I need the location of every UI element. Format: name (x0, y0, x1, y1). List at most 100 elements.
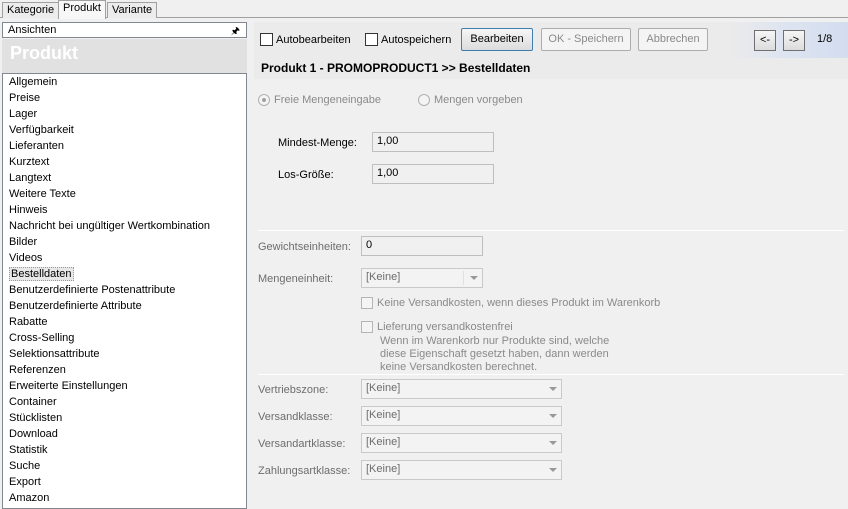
lieferung-versandkostenfrei-checkbox[interactable]: Lieferung versandkostenfrei (361, 321, 513, 333)
left-panel: Ansichten 🖈 Produkt Allgemein Preise Lager… (2, 22, 247, 509)
los-groesse-field[interactable]: 1,00 (372, 164, 494, 184)
ansichten-label: Ansichten (8, 24, 57, 36)
nav-item[interactable]: Lager (3, 106, 246, 122)
abbrechen-button[interactable]: Abbrechen (638, 28, 708, 51)
nav-item-label: Erweiterte Einstellungen (9, 380, 128, 392)
checkbox-box[interactable] (260, 33, 273, 46)
nav-item-label: Amazon (9, 492, 50, 504)
nav-item[interactable]: Rabatte (3, 314, 246, 330)
nav-item[interactable]: Container (3, 394, 246, 410)
nav-item[interactable]: Referenzen (3, 362, 246, 378)
nav-item[interactable]: Bestelldaten (3, 266, 246, 282)
nav-item-label: Container (9, 396, 57, 408)
checkbox-box[interactable] (361, 297, 373, 309)
nav-item[interactable]: Suche (3, 458, 246, 474)
versandartklasse-select[interactable]: [Keine] (361, 433, 562, 453)
nav-item[interactable]: Benutzerdefinierte Attribute (3, 298, 246, 314)
panel-header: Produkt (2, 39, 247, 73)
prev-button[interactable]: <- (754, 30, 776, 51)
nav-item-label: Verfügbarkeit (9, 124, 74, 136)
chevron-down-icon (549, 468, 557, 472)
checkbox-box[interactable] (361, 321, 373, 333)
nav-item[interactable]: Langtext (3, 170, 246, 186)
nav-item[interactable]: Lieferanten (3, 138, 246, 154)
mengeneinheit-label: Mengeneinheit: (258, 273, 334, 285)
nav-item-label: Download (9, 428, 58, 440)
bearbeiten-button[interactable]: Bearbeiten (461, 28, 533, 51)
page-counter: 1/8 (817, 33, 833, 45)
versandklasse-label: Versandklasse: (258, 411, 333, 423)
nav-item[interactable]: Weitere Texte (3, 186, 246, 202)
nav-item[interactable]: Export (3, 474, 246, 490)
chevron-down-icon (549, 414, 557, 418)
nav-item-label: Referenzen (9, 364, 66, 376)
main-panel: Autobearbeiten Autospeichern Bearbeiten … (254, 22, 848, 509)
autobearbeiten-checkbox[interactable]: Autobearbeiten (260, 33, 351, 46)
ansichten-bar: Ansichten 🖈 (2, 22, 247, 38)
chevron-down-icon (549, 387, 557, 391)
chevron-down-icon (549, 441, 557, 445)
radio-mengen-vorgeben[interactable]: Mengen vorgeben (418, 94, 523, 106)
top-tab-bar: Kategorie Produkt Variante (0, 0, 848, 19)
tab-produkt[interactable]: Produkt (58, 0, 106, 19)
nav-item[interactable]: Nachricht bei ungültiger Wertkombination (3, 218, 246, 234)
nav-item[interactable]: Cross-Selling (3, 330, 246, 346)
zahlungsartklasse-value: [Keine] (366, 463, 401, 475)
vertriebszone-select[interactable]: [Keine] (361, 379, 562, 399)
nav-item[interactable]: Stücklisten (3, 410, 246, 426)
autobearbeiten-label: Autobearbeiten (276, 33, 351, 46)
nav-item[interactable]: Bilder (3, 234, 246, 250)
nav-item[interactable]: Download (3, 426, 246, 442)
tab-kategorie[interactable]: Kategorie (2, 2, 60, 18)
nav-list: Allgemein Preise Lager Verfügbarkeit Liefera… (2, 73, 247, 509)
nav-item-label: Cross-Selling (9, 332, 75, 344)
nav-item[interactable]: Kurztext (3, 154, 246, 170)
zahlungsartklasse-select[interactable]: [Keine] (361, 460, 562, 480)
autospeichern-checkbox[interactable]: Autospeichern (365, 33, 451, 46)
nav-item[interactable]: Erweiterte Einstellungen (3, 378, 246, 394)
nav-item-label: Preise (9, 92, 41, 104)
divider (258, 230, 844, 231)
nav-item[interactable]: Benutzerdefinierte Postenattribute (3, 282, 246, 298)
radio-circle[interactable] (258, 94, 270, 106)
vertriebszone-label: Vertriebszone: (258, 384, 329, 396)
nav-item[interactable]: Amazon (3, 490, 246, 506)
mengeneinheit-select[interactable]: [Keine] (361, 268, 483, 288)
gewichtseinheiten-field[interactable]: 0 (361, 236, 483, 256)
nav-item[interactable]: Hinweis (3, 202, 246, 218)
nav-item[interactable]: Allgemein (3, 74, 246, 90)
mindest-menge-field[interactable]: 1,00 (372, 132, 494, 152)
checkbox-box[interactable] (365, 33, 378, 46)
lieferung-note-line-3: keine Versandkosten berechnet. (380, 361, 538, 373)
nav-item[interactable]: Selektionsattribute (3, 346, 246, 362)
keine-versandkosten-checkbox[interactable]: Keine Versandkosten, wenn dieses Produkt… (361, 297, 660, 309)
nav-item-label: Langtext (9, 172, 52, 184)
mindest-menge-label: Mindest-Menge: (278, 137, 357, 149)
nav-item-label: Lager (9, 108, 38, 120)
nav-item-label: Hinweis (9, 204, 48, 216)
zahlungsartklasse-label: Zahlungsartklasse: (258, 465, 351, 477)
combo-separator (463, 271, 464, 285)
next-button[interactable]: -> (783, 30, 805, 51)
nav-item[interactable]: Videos (3, 250, 246, 266)
keine-versandkosten-label: Keine Versandkosten, wenn dieses Produkt… (377, 297, 661, 309)
nav-item-label: Benutzerdefinierte Attribute (9, 300, 142, 312)
lieferung-note-line-1: Wenn im Warenkorb nur Produkte sind, wel… (380, 335, 610, 347)
nav-item[interactable]: Statistik (3, 442, 246, 458)
nav-item-label: Suche (9, 460, 41, 472)
los-groesse-label: Los-Größe: (278, 169, 334, 181)
mengeneinheit-value: [Keine] (366, 271, 401, 283)
tab-variante[interactable]: Variante (107, 2, 158, 18)
lieferung-note-line-2: diese Eigenschaft gesetzt haben, dann we… (380, 348, 609, 360)
ok-speichern-button[interactable]: OK - Speichern (541, 28, 631, 51)
autospeichern-label: Autospeichern (381, 33, 452, 46)
radio-freie-mengeneingabe[interactable]: Freie Mengeneingabe (258, 94, 381, 106)
versandartklasse-label: Versandartklasse: (258, 438, 346, 450)
nav-item-label: Bilder (9, 236, 38, 248)
nav-item[interactable]: Preise (3, 90, 246, 106)
nav-item-label: Stücklisten (9, 412, 63, 424)
nav-item[interactable]: Verfügbarkeit (3, 122, 246, 138)
lieferung-versandkostenfrei-label: Lieferung versandkostenfrei (377, 321, 513, 333)
versandklasse-select[interactable]: [Keine] (361, 406, 562, 426)
radio-circle[interactable] (418, 94, 430, 106)
